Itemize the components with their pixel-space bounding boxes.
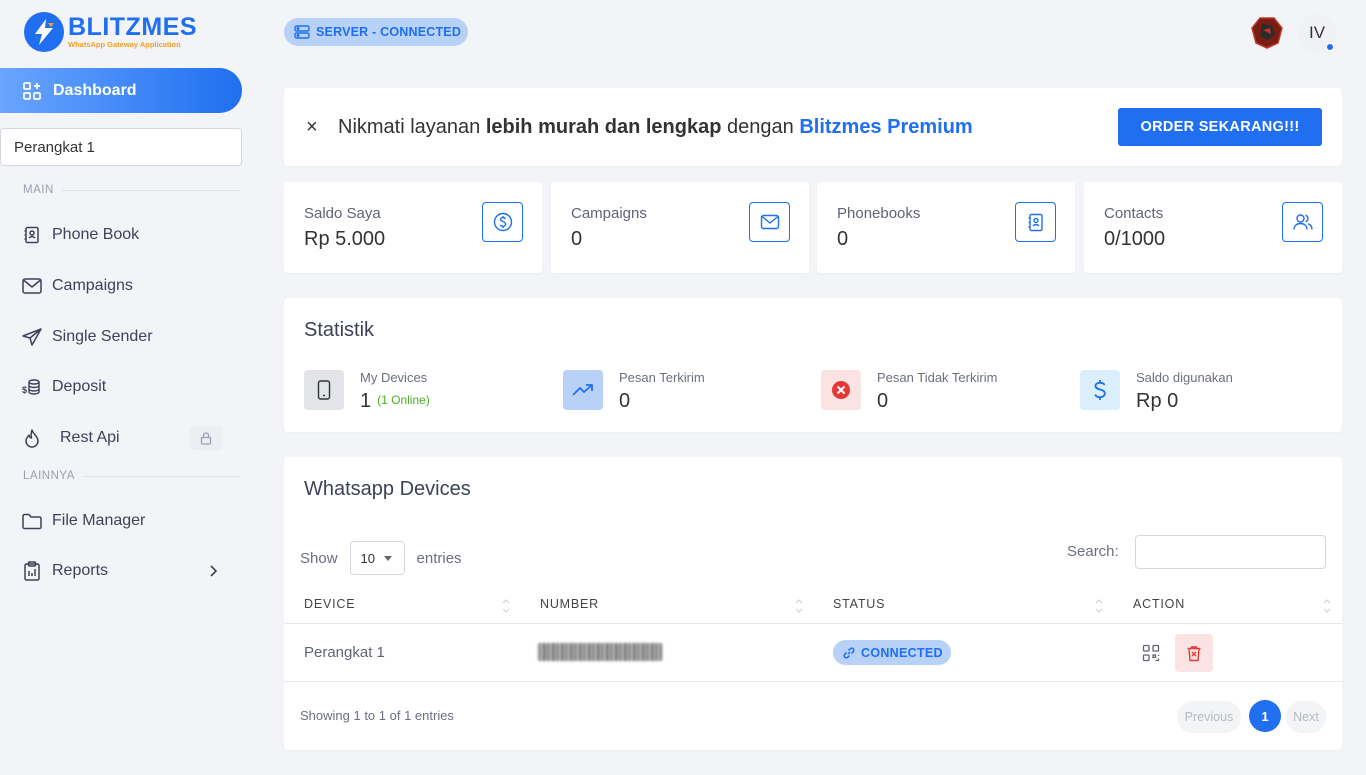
bolt-logo-icon: [24, 12, 64, 52]
stat-card-saldo: Saldo Saya Rp 5.000: [284, 182, 542, 273]
chevron-right-icon[interactable]: [208, 564, 218, 578]
sidebar-item-reports[interactable]: Reports: [0, 553, 242, 589]
dollar-icon: [1080, 370, 1120, 410]
trash-icon: [1187, 645, 1201, 661]
premium-banner: × Nikmati layanan lebih murah dan lengka…: [284, 88, 1342, 166]
devices-title: Whatsapp Devices: [304, 478, 471, 500]
sort-icon[interactable]: [1322, 597, 1332, 615]
dollar-circle-icon: [482, 202, 523, 242]
sidebar-item-dashboard[interactable]: Dashboard: [0, 68, 242, 113]
brand-tagline: WhatsApp Gateway Application: [68, 40, 181, 49]
page-length-select[interactable]: 10: [349, 541, 405, 575]
sidebar-item-file-manager[interactable]: File Manager: [0, 503, 242, 539]
status-badge: CONNECTED: [833, 640, 951, 665]
redacted-number: [538, 643, 662, 661]
sidebar-item-campaigns[interactable]: Campaigns: [0, 268, 242, 304]
lock-icon: [190, 426, 222, 450]
sort-icon[interactable]: [1094, 597, 1104, 615]
sort-icon[interactable]: [501, 597, 511, 615]
column-header-number[interactable]: NUMBER: [540, 597, 599, 611]
device-select[interactable]: Perangkat 1: [0, 128, 242, 166]
sidebar-item-label: Dashboard: [53, 81, 137, 99]
whatsapp-devices-card: Whatsapp Devices Show 10 entries Search:…: [284, 457, 1342, 750]
statistik-card: Statistik My Devices 1 (1 Online) Pesan T…: [284, 298, 1342, 432]
fire-icon: [22, 428, 42, 448]
x-circle-icon: [821, 370, 861, 410]
sidebar-item-deposit[interactable]: $ Deposit: [0, 369, 242, 405]
section-label-lainnya: LAINNYA: [0, 470, 240, 482]
sidebar-item-phone-book[interactable]: Phone Book: [0, 217, 242, 253]
online-indicator: [1326, 43, 1334, 51]
phonebook-icon: [22, 225, 42, 245]
table-divider: [284, 623, 1342, 624]
stat-card-campaigns: Campaigns 0: [551, 182, 809, 273]
statistik-title: Statistik: [304, 319, 375, 341]
trend-up-icon: [563, 370, 603, 410]
clipboard-icon: [22, 561, 42, 581]
coins-icon: $: [22, 377, 42, 397]
section-label-main: MAIN: [0, 184, 240, 196]
brand-logo[interactable]: BLITZMES WhatsApp Gateway Application: [24, 12, 197, 52]
column-header-action[interactable]: ACTION: [1133, 597, 1185, 611]
search-input[interactable]: [1135, 535, 1326, 569]
phone-icon: [304, 370, 344, 410]
organization-logo-icon[interactable]: [1250, 16, 1284, 50]
pagination-page-1[interactable]: 1: [1249, 700, 1281, 732]
link-icon: [843, 647, 855, 658]
order-now-button[interactable]: ORDER SEKARANG!!!: [1118, 108, 1322, 146]
page-length-control: Show 10 entries: [300, 541, 462, 575]
pagination-previous[interactable]: Previous: [1177, 701, 1241, 733]
mail-icon: [749, 202, 790, 242]
stat-card-contacts: Contacts 0/1000: [1084, 182, 1342, 273]
server-status-badge: SERVER - CONNECTED: [284, 18, 468, 46]
sidebar: BLITZMES WhatsApp Gateway Application Da…: [0, 0, 256, 775]
pagination-next[interactable]: Next: [1286, 701, 1326, 733]
banner-text: Nikmati layanan lebih murah dan lengkap …: [338, 115, 973, 138]
mail-icon: [22, 276, 42, 296]
device-name-cell: Perangkat 1: [304, 644, 385, 661]
stat-card-phonebooks: Phonebooks 0: [817, 182, 1075, 273]
server-icon: [294, 25, 310, 39]
column-header-device[interactable]: DEVICE: [304, 597, 355, 611]
qr-code-icon[interactable]: [1142, 644, 1160, 662]
search-label: Search:: [1067, 543, 1119, 560]
send-icon: [22, 327, 42, 347]
caret-down-icon: [383, 556, 392, 561]
table-info: Showing 1 to 1 of 1 entries: [300, 708, 454, 723]
folder-icon: [22, 511, 42, 531]
users-icon: [1282, 202, 1323, 242]
sidebar-item-single-sender[interactable]: Single Sender: [0, 319, 242, 355]
delete-button[interactable]: [1175, 634, 1213, 672]
phonebook-icon: [1015, 202, 1056, 242]
sort-icon[interactable]: [794, 597, 804, 615]
table-divider: [284, 681, 1342, 682]
brand-name: BLITZMES: [68, 13, 197, 41]
dashboard-icon: [23, 81, 41, 100]
svg-text:$: $: [22, 385, 27, 395]
column-header-status[interactable]: STATUS: [833, 597, 885, 611]
close-icon[interactable]: ×: [306, 116, 320, 139]
